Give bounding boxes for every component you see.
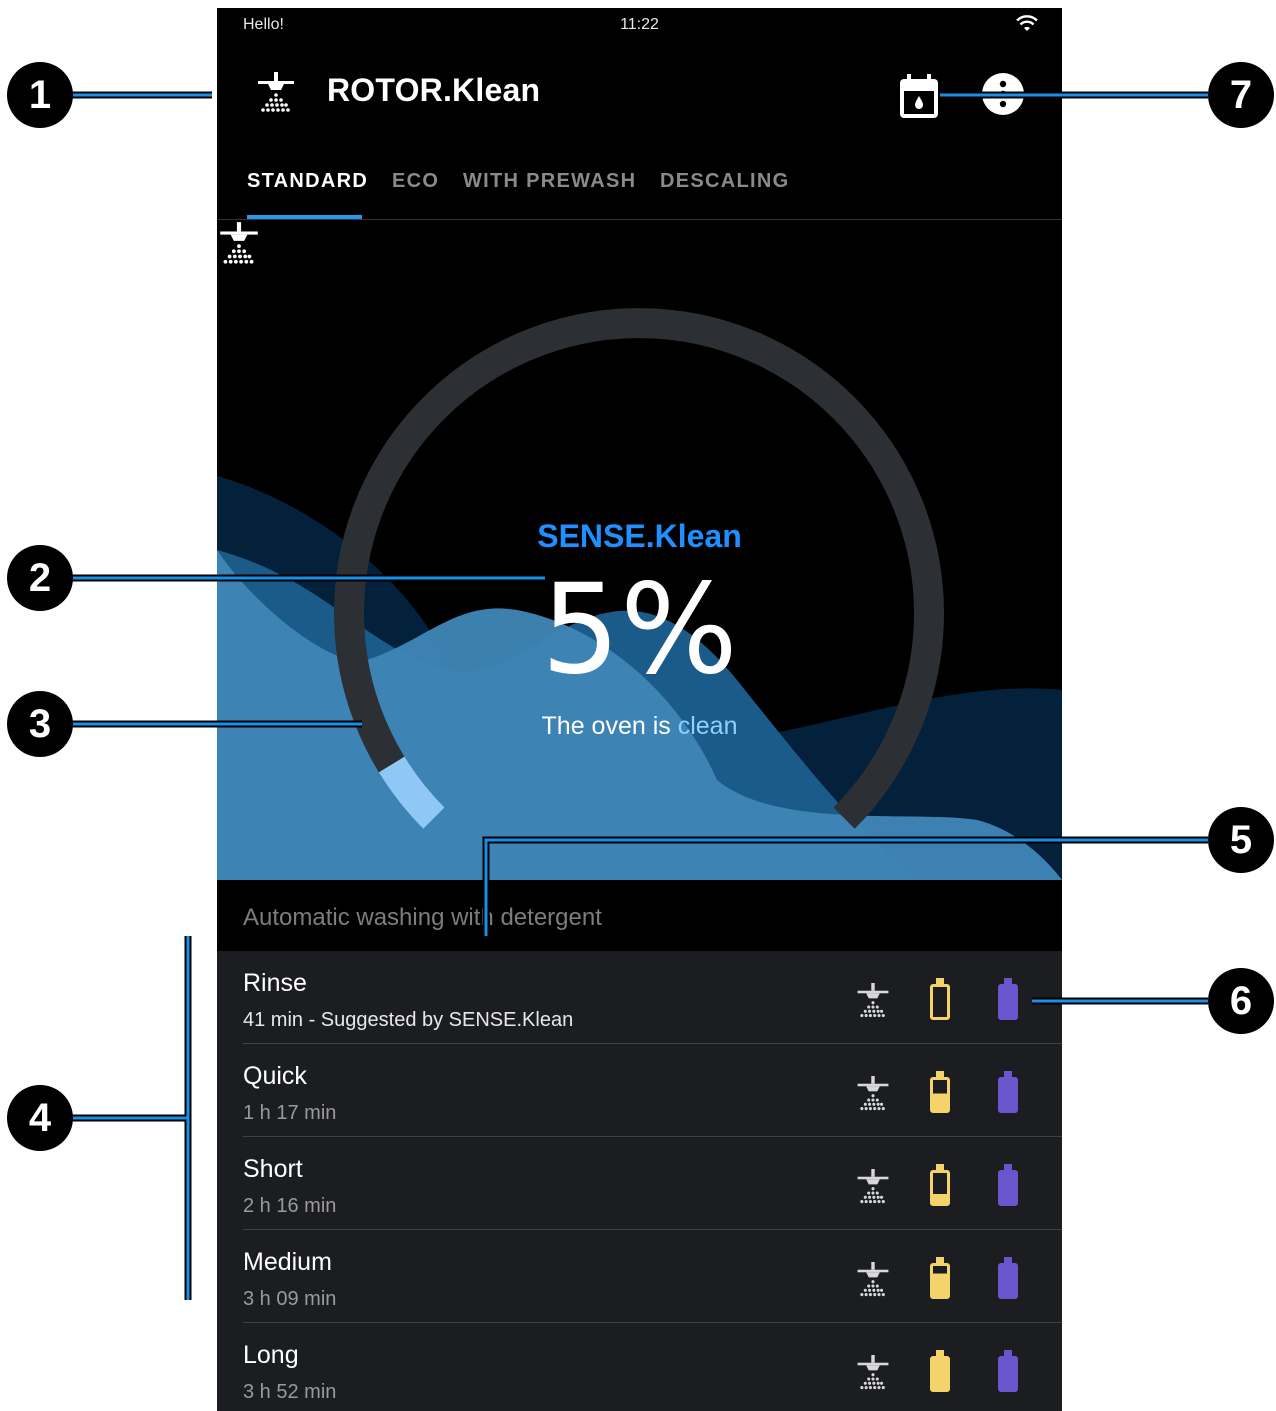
annotation-badge-6: 6: [1208, 968, 1274, 1034]
annotation-badge-2: 2: [7, 545, 73, 611]
annotation-badge-3: 3: [7, 691, 73, 757]
annotation-callouts: [70, 91, 1208, 1300]
annotation-badge-7: 7: [1208, 62, 1274, 128]
annotation-badge-4: 4: [7, 1085, 73, 1151]
annotation-badge-1: 1: [7, 62, 73, 128]
annotation-badge-5: 5: [1208, 807, 1274, 873]
